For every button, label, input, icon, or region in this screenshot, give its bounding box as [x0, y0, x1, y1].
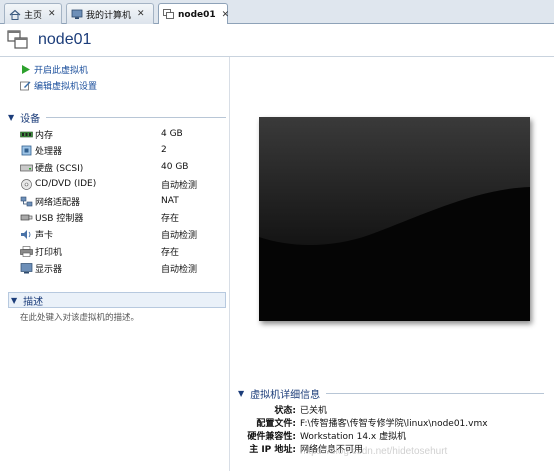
detail-row-compatibility: 硬件兼容性: Workstation 14.x 虚拟机	[240, 429, 540, 442]
device-row-cd-dvd[interactable]: CD/DVD (IDE) 自动检测	[20, 177, 220, 191]
vm-screen-preview[interactable]	[259, 117, 530, 321]
usb-icon	[20, 212, 33, 223]
device-value: 4 GB	[161, 129, 183, 139]
device-row-hard-disk[interactable]: 硬盘 (SCSI) 40 GB	[20, 160, 220, 174]
tab-my-computer[interactable]: 我的计算机 ✕	[66, 3, 154, 24]
hard-disk-icon	[20, 162, 33, 173]
device-row-usb[interactable]: USB 控制器 存在	[20, 210, 220, 224]
description-placeholder[interactable]: 在此处键入对该虚拟机的描述。	[20, 311, 139, 323]
left-pane: 开启此虚拟机 编辑虚拟机设置 ▼ 设备 内存 4 GB 处理器 2 硬盘 (SC…	[0, 57, 230, 471]
power-on-label: 开启此虚拟机	[34, 66, 89, 76]
close-icon[interactable]: ✕	[137, 9, 145, 19]
device-row-display[interactable]: 显示器 自动检测	[20, 261, 220, 275]
device-name: 硬盘 (SCSI)	[35, 163, 84, 174]
device-row-sound[interactable]: 声卡 自动检测	[20, 227, 220, 241]
computer-icon	[71, 9, 83, 20]
collapse-triangle-icon[interactable]: ▼	[238, 389, 244, 398]
device-row-processor[interactable]: 处理器 2	[20, 143, 220, 157]
device-name: 声卡	[35, 230, 54, 241]
detail-key: 配置文件:	[256, 419, 296, 429]
device-name: CD/DVD (IDE)	[35, 179, 97, 189]
vm-icon	[7, 30, 29, 50]
memory-icon	[20, 129, 33, 140]
device-row-network[interactable]: 网络适配器 NAT	[20, 194, 220, 208]
power-on-button[interactable]: 开启此虚拟机	[20, 63, 88, 76]
edit-settings-button[interactable]: 编辑虚拟机设置	[20, 79, 97, 92]
details-section-title: 虚拟机详细信息	[250, 389, 321, 401]
tab-bar: 主页 ✕ 我的计算机 ✕ node01 ✕	[0, 0, 554, 25]
device-row-printer[interactable]: 打印机 存在	[20, 244, 220, 258]
detail-key: 硬件兼容性:	[247, 432, 296, 442]
printer-icon	[20, 245, 33, 257]
edit-settings-label: 编辑虚拟机设置	[34, 82, 98, 92]
sound-icon	[20, 229, 33, 240]
tab-node01[interactable]: node01 ✕	[158, 3, 230, 25]
detail-row-status: 状态: 已关机	[240, 403, 540, 416]
device-name: 网络适配器	[35, 197, 81, 208]
tab-home[interactable]: 主页 ✕	[4, 3, 62, 24]
detail-key: 状态:	[274, 406, 296, 416]
tab-home-label: 主页	[24, 10, 43, 21]
device-value: 2	[161, 145, 167, 155]
display-icon	[20, 262, 33, 274]
section-line	[326, 392, 544, 394]
close-icon[interactable]: ✕	[48, 9, 56, 19]
device-name: 处理器	[35, 146, 63, 157]
device-name: 内存	[35, 130, 54, 141]
device-value: 自动检测	[161, 230, 198, 241]
close-icon[interactable]: ✕	[222, 10, 230, 20]
detail-value: Workstation 14.x 虚拟机	[300, 432, 407, 442]
device-value: 自动检测	[161, 180, 198, 191]
description-section-title: 描述	[23, 296, 44, 308]
detail-row-config-file: 配置文件: F:\传智播客\传智专修学院\linux\node01.vmx	[240, 416, 540, 429]
device-value: 自动检测	[161, 264, 198, 275]
devices-section-title: 设备	[20, 113, 41, 125]
edit-icon	[20, 80, 31, 91]
tab-my-computer-label: 我的计算机	[86, 10, 132, 21]
detail-value[interactable]: F:\传智播客\传智专修学院\linux\node01.vmx	[300, 416, 488, 429]
cd-dvd-icon	[20, 178, 33, 190]
device-value: 存在	[161, 247, 180, 258]
device-name: USB 控制器	[35, 213, 84, 224]
collapse-triangle-icon[interactable]: ▼	[11, 296, 17, 305]
device-row-memory[interactable]: 内存 4 GB	[20, 127, 220, 141]
section-line	[46, 116, 226, 118]
device-value: 40 GB	[161, 162, 189, 172]
page-title: node01	[38, 31, 92, 48]
watermark-text: https://blog.csdn.net/hidetosehurt	[300, 446, 448, 457]
detail-value: 已关机	[300, 406, 328, 416]
description-section-header[interactable]: ▼ 描述	[8, 292, 226, 308]
tab-node01-label: node01	[178, 9, 216, 20]
preview-art	[259, 117, 530, 321]
vm-icon	[163, 9, 175, 20]
network-icon	[20, 196, 33, 207]
device-name: 显示器	[35, 264, 63, 275]
cpu-icon	[20, 145, 33, 156]
home-icon	[9, 9, 21, 20]
play-icon	[20, 64, 31, 75]
device-value: NAT	[161, 196, 179, 206]
vm-header: node01	[0, 24, 554, 56]
device-value: 存在	[161, 213, 180, 224]
details-section-header[interactable]: ▼ 虚拟机详细信息	[238, 386, 544, 401]
device-name: 打印机	[35, 247, 63, 258]
devices-section-header[interactable]: ▼ 设备	[8, 110, 226, 125]
detail-key: 主 IP 地址:	[249, 445, 296, 455]
collapse-triangle-icon[interactable]: ▼	[8, 113, 14, 122]
